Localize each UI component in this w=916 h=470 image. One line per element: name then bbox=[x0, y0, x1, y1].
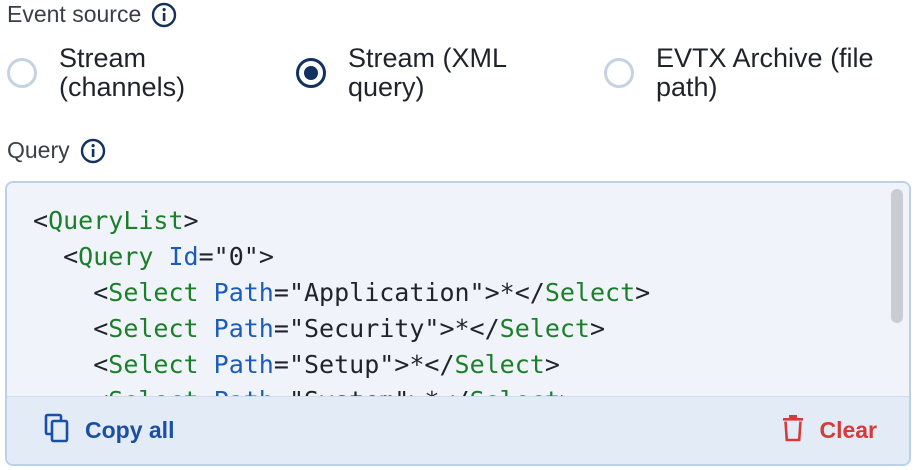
code-line: <QueryList> bbox=[33, 203, 199, 239]
query-editor[interactable]: <QueryList> <Query Id="0"> <Select Path=… bbox=[5, 181, 911, 466]
code-tag: QueryList bbox=[48, 206, 184, 235]
code-string: "Application" bbox=[288, 278, 485, 307]
code-line: <Select Path="Setup">*</Select> bbox=[33, 347, 560, 383]
code-tag: Select bbox=[108, 350, 199, 379]
code-line: <Query Id="0"> bbox=[33, 239, 274, 275]
copy-all-button[interactable]: Copy all bbox=[43, 397, 174, 464]
info-icon[interactable] bbox=[80, 138, 106, 164]
radio-stream-channels[interactable]: Stream (channels) bbox=[7, 44, 185, 102]
query-label-row: Query bbox=[7, 137, 106, 164]
code-attr: Path bbox=[213, 314, 274, 343]
code-tag: Query bbox=[78, 242, 154, 271]
code-punct: = bbox=[198, 242, 214, 271]
radio-stream-xml-query[interactable]: Stream (XML query) bbox=[296, 44, 507, 102]
code-punct: < bbox=[63, 242, 79, 271]
code-tag: Select bbox=[108, 278, 199, 307]
code-tag: Select bbox=[108, 314, 199, 343]
radio-button-checked[interactable] bbox=[296, 58, 326, 88]
code-attr: Path bbox=[213, 278, 274, 307]
trash-icon bbox=[781, 414, 805, 447]
code-punct: < bbox=[33, 206, 49, 235]
code-tag: Select bbox=[499, 314, 590, 343]
code-string: "Setup" bbox=[288, 350, 395, 379]
code-punct: < bbox=[93, 278, 109, 307]
code-line: <Select Path="Security">*</Select> bbox=[33, 311, 605, 347]
code-punct: >*</ bbox=[484, 278, 545, 307]
code-tag: Select bbox=[454, 350, 545, 379]
editor-scrollbar[interactable] bbox=[887, 183, 909, 397]
code-punct: < bbox=[93, 350, 109, 379]
event-source-label: Event source bbox=[7, 1, 142, 27]
radio-label-stream-xml-query: Stream (XML query) bbox=[348, 43, 508, 102]
event-source-label-row: Event source bbox=[7, 1, 177, 28]
scrollbar-thumb[interactable] bbox=[891, 189, 903, 323]
copy-icon bbox=[43, 413, 71, 448]
event-source-radio-group: Stream (channels) Stream (XML query) EVT… bbox=[0, 44, 916, 114]
radio-button-unchecked[interactable] bbox=[604, 58, 634, 88]
code-punct: = bbox=[273, 278, 289, 307]
radio-evtx-archive[interactable]: EVTX Archive (file path) bbox=[604, 44, 874, 102]
code-attr: Id bbox=[168, 242, 199, 271]
code-punct: > bbox=[183, 206, 199, 235]
editor-footer: Copy all Clear bbox=[7, 396, 909, 464]
radio-label-stream-channels: Stream (channels) bbox=[59, 43, 186, 102]
clear-button[interactable]: Clear bbox=[781, 397, 877, 464]
code-attr: Path bbox=[213, 350, 274, 379]
code-punct: >*</ bbox=[394, 350, 455, 379]
radio-label-evtx-archive: EVTX Archive (file path) bbox=[656, 43, 874, 102]
code-punct: > bbox=[544, 350, 560, 379]
code-punct: < bbox=[93, 314, 109, 343]
code-punct: >*</ bbox=[439, 314, 500, 343]
code-tag: Select bbox=[544, 278, 636, 307]
code-punct: > bbox=[635, 278, 651, 307]
code-punct: > bbox=[258, 242, 274, 271]
code-area[interactable]: <QueryList> <Query Id="0"> <Select Path=… bbox=[7, 183, 887, 397]
code-line: <Select Path="Application">*</Select> bbox=[33, 275, 650, 311]
code-punct: > bbox=[589, 314, 606, 343]
clear-label: Clear bbox=[819, 417, 877, 443]
copy-all-label: Copy all bbox=[85, 417, 175, 443]
info-icon[interactable] bbox=[151, 2, 177, 28]
query-label: Query bbox=[7, 137, 70, 163]
code-punct: = bbox=[273, 350, 289, 379]
code-punct: = bbox=[273, 314, 289, 343]
code-line: <Select Path="System">*</Select> bbox=[33, 383, 575, 397]
code-string: "Security" bbox=[288, 314, 440, 343]
radio-button-unchecked[interactable] bbox=[7, 58, 37, 88]
code-string: "0" bbox=[213, 242, 259, 271]
